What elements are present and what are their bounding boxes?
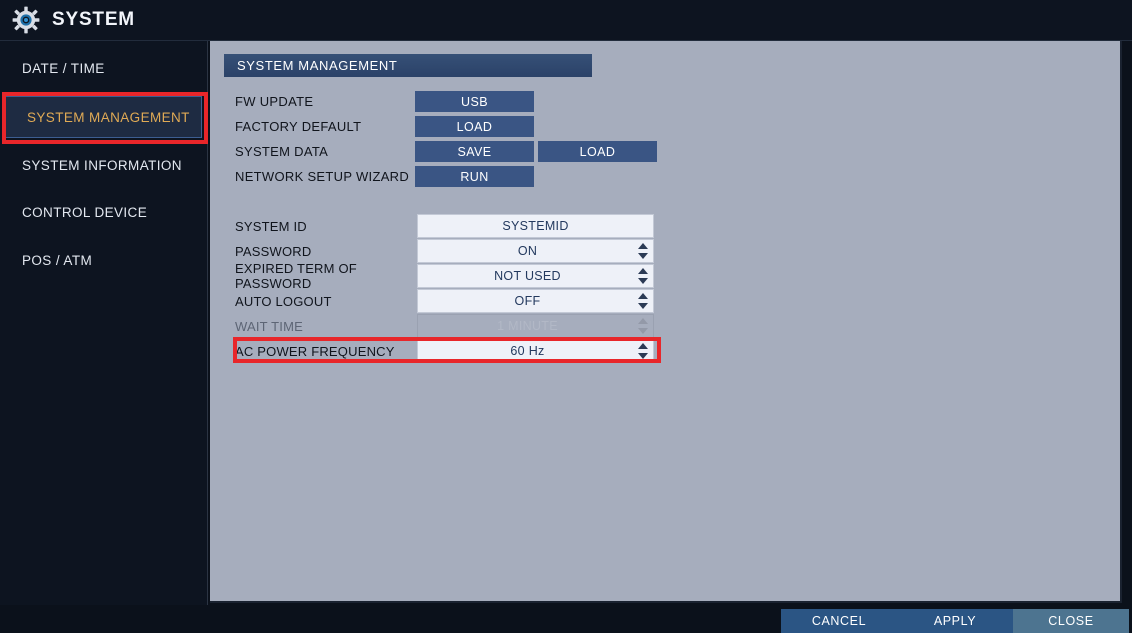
system-data-save-button[interactable]: SAVE xyxy=(415,141,534,162)
factory-default-load-button[interactable]: LOAD xyxy=(415,116,534,137)
setting-row-wait-time: WAIT TIME 1 MINUTE xyxy=(235,314,654,338)
system-settings-screen: SYSTEM DATE / TIME SYSTEM MANAGEMENT SYS… xyxy=(0,0,1132,633)
page-title: SYSTEM xyxy=(52,9,135,30)
close-button[interactable]: CLOSE xyxy=(1013,609,1129,633)
setting-row-auto-logout: AUTO LOGOUT OFF xyxy=(235,289,654,313)
action-row-system-data: SYSTEM DATA SAVE LOAD xyxy=(235,141,657,162)
setting-row-password: PASSWORD ON xyxy=(235,239,654,263)
action-label: FACTORY DEFAULT xyxy=(235,119,362,134)
fw-update-usb-button[interactable]: USB xyxy=(415,91,534,112)
stepper-arrows-icon[interactable] xyxy=(637,343,648,359)
sidebar-item-date-time[interactable]: DATE / TIME xyxy=(0,47,206,89)
sidebar-item-control-device[interactable]: CONTROL DEVICE xyxy=(0,191,206,233)
setting-label: WAIT TIME xyxy=(235,318,304,334)
apply-button[interactable]: APPLY xyxy=(897,609,1013,633)
action-label: NETWORK SETUP WIZARD xyxy=(235,169,410,184)
stepper-arrows-icon[interactable] xyxy=(637,268,648,284)
section-header: SYSTEM MANAGEMENT xyxy=(224,54,592,77)
stepper-arrows-icon[interactable] xyxy=(637,243,648,259)
setting-label: AC POWER FREQUENCY xyxy=(235,343,395,359)
expired-term-value: NOT USED xyxy=(494,269,561,283)
password-select[interactable]: ON xyxy=(417,239,654,263)
action-row-fw-update: FW UPDATE USB xyxy=(235,91,534,112)
action-label: FW UPDATE xyxy=(235,94,314,109)
action-row-factory-default: FACTORY DEFAULT LOAD xyxy=(235,116,534,137)
sidebar: DATE / TIME SYSTEM MANAGEMENT SYSTEM INF… xyxy=(0,41,208,633)
stepper-arrows-icon[interactable] xyxy=(637,293,648,309)
setting-row-system-id: SYSTEM ID SYSTEMID xyxy=(235,214,654,238)
wait-time-select: 1 MINUTE xyxy=(417,314,654,338)
settings-panel: SYSTEM MANAGEMENT FW UPDATE USB FACTORY … xyxy=(210,41,1122,603)
bottom-bar: CANCEL APPLY CLOSE xyxy=(0,605,1132,633)
network-setup-wizard-run-button[interactable]: RUN xyxy=(415,166,534,187)
title-bar: SYSTEM xyxy=(0,0,1132,41)
gear-icon xyxy=(11,5,41,35)
cancel-button[interactable]: CANCEL xyxy=(781,609,897,633)
wait-time-value: 1 MINUTE xyxy=(497,319,558,333)
sidebar-item-system-information[interactable]: SYSTEM INFORMATION xyxy=(0,144,206,186)
action-label: SYSTEM DATA xyxy=(235,144,329,159)
setting-label: AUTO LOGOUT xyxy=(235,293,332,309)
ac-power-frequency-select[interactable]: 60 Hz xyxy=(417,339,654,363)
expired-term-select[interactable]: NOT USED xyxy=(417,264,654,288)
ac-power-frequency-value: 60 Hz xyxy=(510,344,545,358)
setting-row-expired-term-of-password: EXPIRED TERM OF PASSWORD NOT USED xyxy=(235,261,654,291)
sidebar-item-system-management[interactable]: SYSTEM MANAGEMENT xyxy=(4,96,202,138)
setting-row-ac-power-frequency: AC POWER FREQUENCY 60 Hz xyxy=(235,339,654,363)
auto-logout-select[interactable]: OFF xyxy=(417,289,654,313)
auto-logout-value: OFF xyxy=(514,294,541,308)
system-id-field[interactable]: SYSTEMID xyxy=(417,214,654,238)
system-data-load-button[interactable]: LOAD xyxy=(538,141,657,162)
stepper-arrows-icon xyxy=(637,318,648,334)
setting-label: PASSWORD xyxy=(235,243,312,259)
password-value: ON xyxy=(517,244,538,258)
system-id-value: SYSTEMID xyxy=(502,219,569,233)
setting-label: EXPIRED TERM OF PASSWORD xyxy=(235,261,357,291)
sidebar-item-pos-atm[interactable]: POS / ATM xyxy=(0,239,206,281)
action-row-network-setup-wizard: NETWORK SETUP WIZARD RUN xyxy=(235,166,534,187)
setting-label: SYSTEM ID xyxy=(235,218,307,234)
